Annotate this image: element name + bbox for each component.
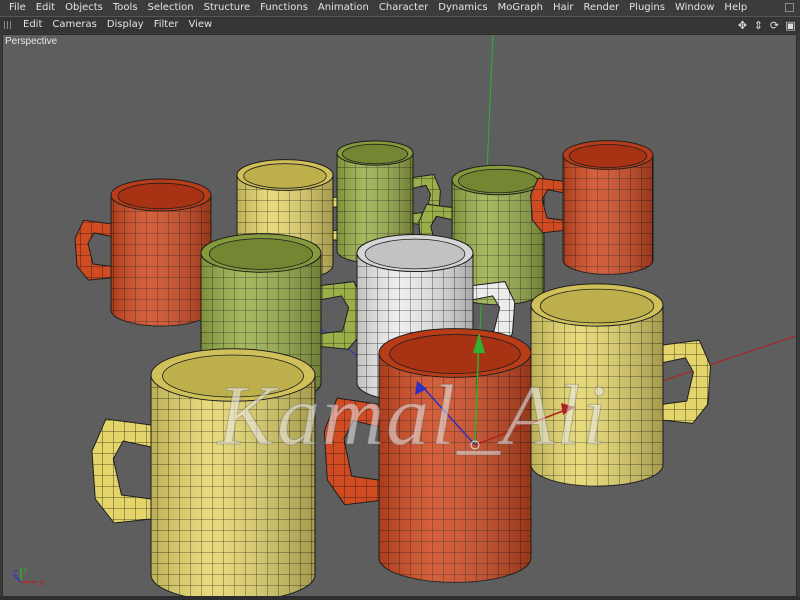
menu-plugins[interactable]: Plugins bbox=[624, 0, 670, 16]
mug-handle bbox=[91, 418, 152, 524]
menu-hair[interactable]: Hair bbox=[548, 0, 579, 16]
mug-handle bbox=[323, 397, 380, 506]
panel-grip-icon[interactable] bbox=[4, 21, 12, 29]
menu-animation[interactable]: Animation bbox=[313, 0, 374, 16]
window-layout-icon[interactable] bbox=[785, 3, 794, 12]
menu-render[interactable]: Render bbox=[579, 0, 625, 16]
main-menu-bar: File Edit Objects Tools Selection Struct… bbox=[0, 0, 800, 16]
menu-objects[interactable]: Objects bbox=[60, 0, 108, 16]
axis-letter-z: Z bbox=[13, 569, 18, 578]
mug-opening bbox=[208, 238, 313, 270]
mug-handle bbox=[74, 219, 112, 281]
view-menu-edit[interactable]: Edit bbox=[18, 17, 47, 33]
mug-handle bbox=[662, 339, 712, 424]
menu-mograph[interactable]: MoGraph bbox=[493, 0, 548, 16]
axis-letter-x: X bbox=[39, 579, 45, 588]
menu-help[interactable]: Help bbox=[719, 0, 752, 16]
menu-file[interactable]: File bbox=[4, 0, 31, 16]
mug-back-red-right[interactable] bbox=[530, 140, 654, 275]
mug-opening bbox=[243, 163, 327, 189]
mug-opening bbox=[568, 144, 648, 168]
mug-red-front[interactable] bbox=[323, 328, 532, 583]
axis-letter-y: Y bbox=[23, 566, 29, 575]
scene-canvas[interactable] bbox=[3, 35, 797, 597]
mug-opening bbox=[341, 143, 409, 165]
mug-yellow-right[interactable] bbox=[530, 283, 712, 487]
mug-handle bbox=[530, 177, 564, 234]
mug-yellow-front[interactable] bbox=[91, 348, 316, 597]
mug-opening bbox=[117, 182, 205, 210]
menu-character[interactable]: Character bbox=[374, 0, 433, 16]
menu-selection[interactable]: Selection bbox=[143, 0, 199, 16]
view-menu-cameras[interactable]: Cameras bbox=[47, 17, 101, 33]
menu-edit[interactable]: Edit bbox=[31, 0, 60, 16]
view-menu-display[interactable]: Display bbox=[102, 17, 149, 33]
view-menu-filter[interactable]: Filter bbox=[149, 17, 184, 33]
mug-opening bbox=[162, 354, 304, 398]
viewport-camera-label[interactable]: Perspective bbox=[5, 36, 57, 47]
viewport-menu-bar: Edit Cameras Display Filter View ✥ ⇕ ⟳ ▣ bbox=[0, 16, 800, 33]
maximize-view-icon[interactable]: ▣ bbox=[785, 17, 796, 34]
mug-opening bbox=[539, 288, 655, 324]
mug-opening bbox=[364, 238, 466, 270]
move-view-icon[interactable]: ✥ bbox=[737, 17, 748, 34]
mug-opening bbox=[389, 334, 521, 374]
menu-functions[interactable]: Functions bbox=[255, 0, 313, 16]
viewport-nav-icons: ✥ ⇕ ⟳ ▣ bbox=[737, 17, 796, 34]
menu-structure[interactable]: Structure bbox=[199, 0, 256, 16]
world-axis-indicator: Z Y X bbox=[13, 566, 45, 588]
view-menu-view[interactable]: View bbox=[183, 17, 217, 33]
menu-dynamics[interactable]: Dynamics bbox=[433, 0, 492, 16]
mug-opening bbox=[458, 168, 538, 194]
mug-red-left[interactable] bbox=[74, 178, 212, 327]
rotate-view-icon[interactable]: ⟳ bbox=[769, 17, 780, 34]
zoom-view-icon[interactable]: ⇕ bbox=[753, 17, 764, 34]
perspective-viewport[interactable]: Perspective Kamal_Ali Z Y X bbox=[2, 34, 797, 597]
menu-tools[interactable]: Tools bbox=[108, 0, 143, 16]
menu-window[interactable]: Window bbox=[670, 0, 719, 16]
